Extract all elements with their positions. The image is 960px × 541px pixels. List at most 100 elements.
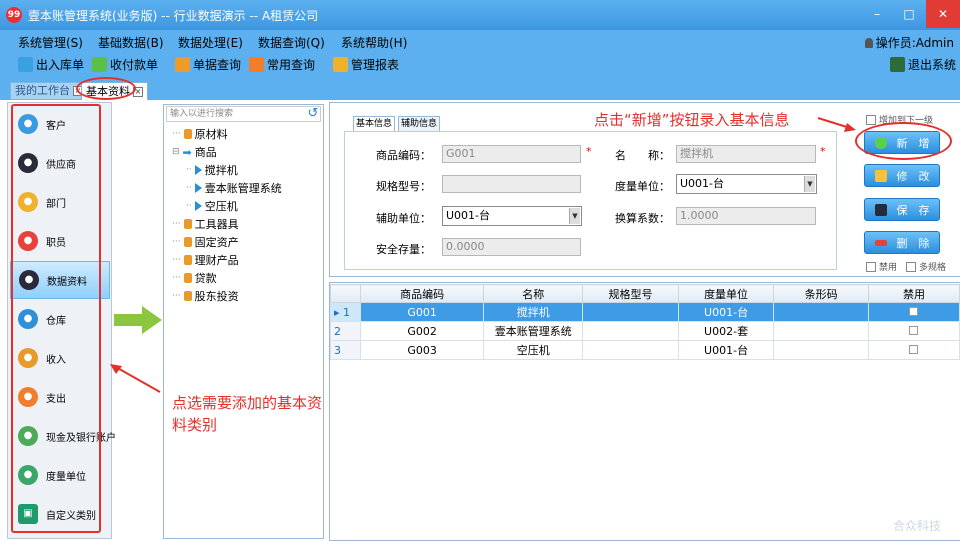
tab-basic-info[interactable]: 基本信息 [353, 116, 396, 132]
watermark: 合众科技 [893, 519, 942, 533]
window-title: 壹本账管理系统(业务版) -- 行业数据演示 -- A租赁公司 [28, 9, 319, 23]
cell-unit: U002-套 [677, 321, 775, 341]
table-row[interactable]: ▸ 1 G001 搅拌机 U001-台 [329, 302, 960, 322]
chart-icon [249, 57, 264, 72]
multi-spec-checkbox[interactable]: 多规格 [906, 260, 946, 273]
tree-node-raw-material[interactable]: ··· 原材料 [172, 125, 282, 143]
column-header-disabled[interactable]: 禁用 [867, 284, 960, 303]
tree-node-mixer[interactable]: ·· 搅拌机 [172, 161, 282, 179]
cell-code: G001 [360, 302, 485, 322]
menu-system[interactable]: 系统管理(S) [18, 34, 83, 51]
payment-label: 收付款单 [110, 58, 159, 72]
name-input[interactable]: 搅拌机 [676, 145, 816, 163]
menu-basic-data[interactable]: 基础数据(B) [98, 34, 164, 51]
doc-query-button[interactable]: 单据查询 [175, 55, 241, 74]
row-index: ▸ 1 [329, 302, 362, 322]
safety-stock-label: 安全存量： [376, 243, 431, 256]
annotation-arrow-right [817, 117, 856, 132]
cell-spec [582, 321, 679, 341]
chevron-down-icon: ▼ [569, 208, 580, 224]
column-header-name[interactable]: 名称 [483, 284, 584, 303]
clipboard-icon [333, 57, 348, 72]
cell-disabled[interactable] [867, 321, 960, 341]
table-row[interactable]: 3 G003 空压机 U001-台 [329, 340, 960, 360]
report-icon [175, 57, 190, 72]
operator-label: 操作员:Admin [864, 34, 954, 51]
common-query-button[interactable]: 常用查询 [249, 55, 315, 74]
stock-io-button[interactable]: 出入库单 [18, 55, 84, 74]
aux-unit-label: 辅助单位： [376, 212, 431, 225]
exit-button[interactable]: 退出系统 [890, 55, 956, 74]
checkbox-icon [909, 344, 919, 354]
disk-icon [874, 203, 887, 216]
tree-label: 理财产品 [194, 254, 239, 267]
tree-node-wealth[interactable]: ··· 理财产品 [172, 251, 282, 269]
checkbox-icon [909, 325, 919, 335]
delete-button[interactable]: 删 除 [864, 231, 940, 254]
tree-node-loan[interactable]: ··· 贷款 [172, 269, 282, 287]
annotation-click-add: 点击“新增”按钮录入基本信息 [594, 111, 790, 129]
close-button[interactable]: ✕ [926, 0, 960, 28]
chevron-down-icon: ▼ [804, 176, 815, 192]
tree-search-input[interactable]: 输入以进行搜索 [166, 106, 321, 122]
cell-disabled[interactable] [867, 302, 960, 322]
menu-data-query[interactable]: 数据查询(Q) [258, 34, 325, 51]
edit-button[interactable]: 修 改 [864, 164, 940, 187]
common-query-label: 常用查询 [267, 58, 316, 72]
unit-label: 度量单位： [615, 180, 670, 193]
mgmt-report-button[interactable]: 管理报表 [333, 55, 399, 74]
table-row[interactable]: 2 G002 壹本账管理系统 U002-套 [329, 321, 960, 341]
item-icon [183, 219, 192, 229]
item-icon [183, 237, 192, 247]
required-mark: * [820, 145, 826, 158]
stock-io-label: 出入库单 [36, 58, 85, 72]
tree-label: 空压机 [204, 200, 238, 213]
spec-input[interactable] [442, 175, 581, 193]
mgmt-report-label: 管理报表 [351, 58, 400, 72]
maximize-button[interactable]: □ [894, 0, 924, 28]
cell-barcode [773, 321, 869, 341]
save-button[interactable]: 保 存 [864, 198, 940, 221]
doc-query-label: 单据查询 [193, 58, 242, 72]
tree-node-software[interactable]: ·· 壹本账管理系统 [172, 179, 282, 197]
aux-unit-select[interactable]: U001-台 ▼ [442, 206, 582, 226]
ratio-label: 换算系数： [615, 212, 670, 225]
item-icon [183, 255, 192, 265]
disabled-checkbox[interactable]: 禁用 [866, 260, 897, 273]
tree-label: 固定资产 [194, 236, 239, 249]
refresh-icon[interactable]: ↺ [305, 106, 321, 122]
menu-data-processing[interactable]: 数据处理(E) [178, 34, 243, 51]
triangle-icon [194, 165, 202, 175]
minimize-button[interactable]: – [862, 0, 892, 28]
tree-node-equity[interactable]: ··· 股东投资 [172, 287, 282, 305]
exit-door-icon [890, 57, 905, 72]
triangle-icon [194, 183, 202, 193]
tree-label: 贷款 [194, 272, 217, 285]
unit-select[interactable]: U001-台 ▼ [676, 174, 817, 194]
tab-aux-info[interactable]: 辅助信息 [398, 116, 441, 132]
app-logo-icon: 99 [6, 7, 22, 23]
column-header-spec[interactable]: 规格型号 [582, 284, 679, 303]
code-input[interactable]: G001 [442, 145, 581, 163]
cell-unit: U001-台 [677, 302, 775, 322]
annotation-select-category: 点选需要添加的基本资料类别 [172, 394, 323, 434]
cell-disabled[interactable] [867, 340, 960, 360]
tree-node-fixed-assets[interactable]: ··· 固定资产 [172, 233, 282, 251]
tree-node-compressor[interactable]: ·· 空压机 [172, 197, 282, 215]
grid-header-row: 商品编码 名称 规格型号 度量单位 条形码 禁用 [329, 284, 960, 303]
menu-help[interactable]: 系统帮助(H) [341, 34, 407, 51]
safety-stock-input[interactable]: 0.0000 [442, 238, 581, 256]
item-icon [183, 273, 192, 283]
payment-button[interactable]: 收付款单 [92, 55, 158, 74]
code-label: 商品编码： [376, 149, 431, 162]
column-header-code[interactable]: 商品编码 [360, 284, 485, 303]
column-header-unit[interactable]: 度量单位 [677, 284, 775, 303]
tree-node-goods[interactable]: ⊟ ➡ 商品 [172, 143, 282, 161]
ratio-input[interactable]: 1.0000 [676, 207, 816, 225]
nav-highlight-box [11, 104, 101, 533]
item-icon [183, 291, 192, 301]
column-header-barcode[interactable]: 条形码 [773, 284, 869, 303]
delete-label: 删 除 [896, 236, 930, 250]
checkbox-icon [906, 261, 916, 272]
tree-node-tools[interactable]: ··· 工具器具 [172, 215, 282, 233]
